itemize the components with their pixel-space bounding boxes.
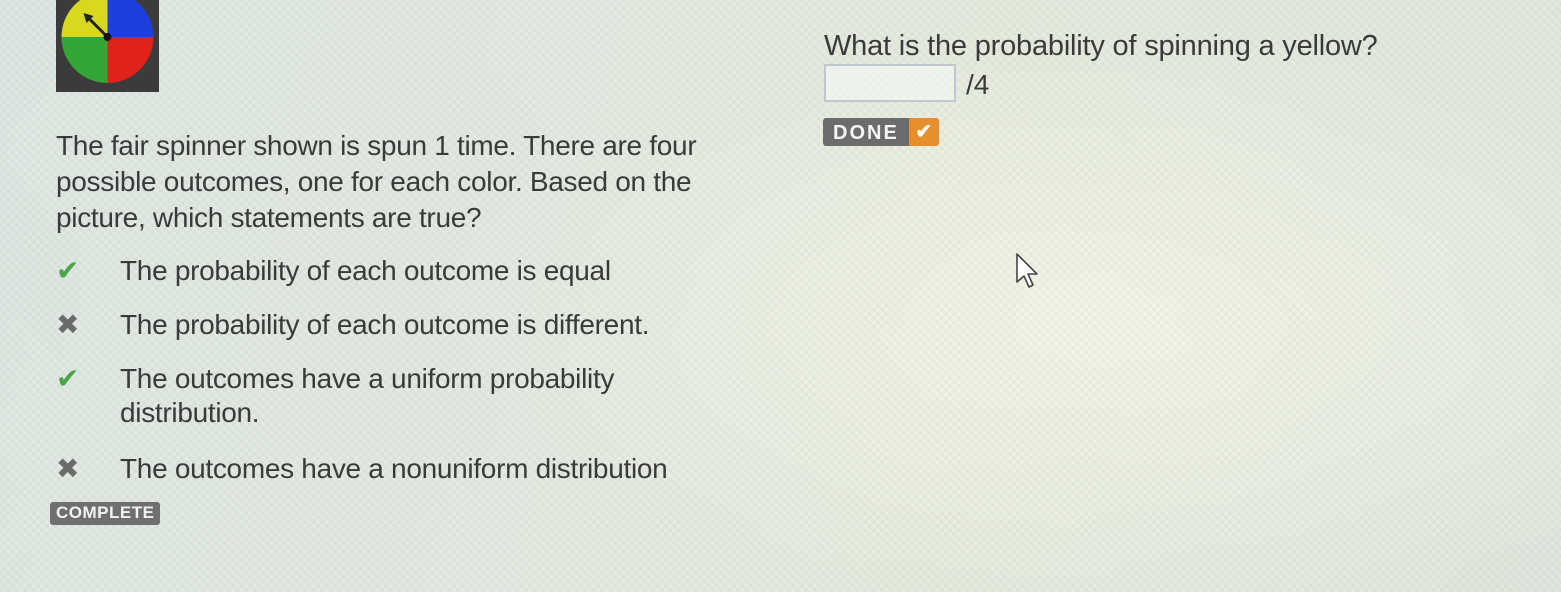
check-icon: ✔ (56, 363, 80, 394)
option-different-probability[interactable]: ✖ The probability of each outcome is dif… (56, 308, 776, 342)
complete-badge: COMPLETE (50, 502, 161, 525)
option-label: The outcomes have a nonuniform distribut… (120, 453, 668, 484)
question-text: What is the probability of spinning a ye… (824, 30, 1378, 62)
option-label: The outcomes have a uniform probability … (120, 363, 615, 428)
answer-input[interactable] (824, 64, 956, 102)
option-uniform-distribution[interactable]: ✔ The outcomes have a uniform probabilit… (56, 362, 776, 430)
done-label: DONE (823, 118, 909, 146)
spinner-icon (56, 0, 159, 92)
option-nonuniform-distribution[interactable]: ✖ The outcomes have a nonuniform distrib… (56, 452, 776, 486)
answer-options: ✔ The probability of each outcome is equ… (56, 254, 776, 486)
option-label: The probability of each outcome is diffe… (120, 309, 650, 340)
option-equal-probability[interactable]: ✔ The probability of each outcome is equ… (56, 254, 776, 288)
question-prompt: The fair spinner shown is spun 1 time. T… (56, 130, 697, 233)
option-label: The probability of each outcome is equal (120, 255, 611, 286)
checkmark-icon: ✔ (908, 118, 939, 146)
x-icon: ✖ (56, 309, 80, 340)
denominator-label: /4 (966, 69, 990, 100)
mouse-cursor-icon (1016, 253, 1038, 288)
x-icon: ✖ (56, 453, 80, 484)
done-button[interactable]: DONE ✔ (823, 118, 939, 146)
check-icon: ✔ (56, 255, 80, 286)
